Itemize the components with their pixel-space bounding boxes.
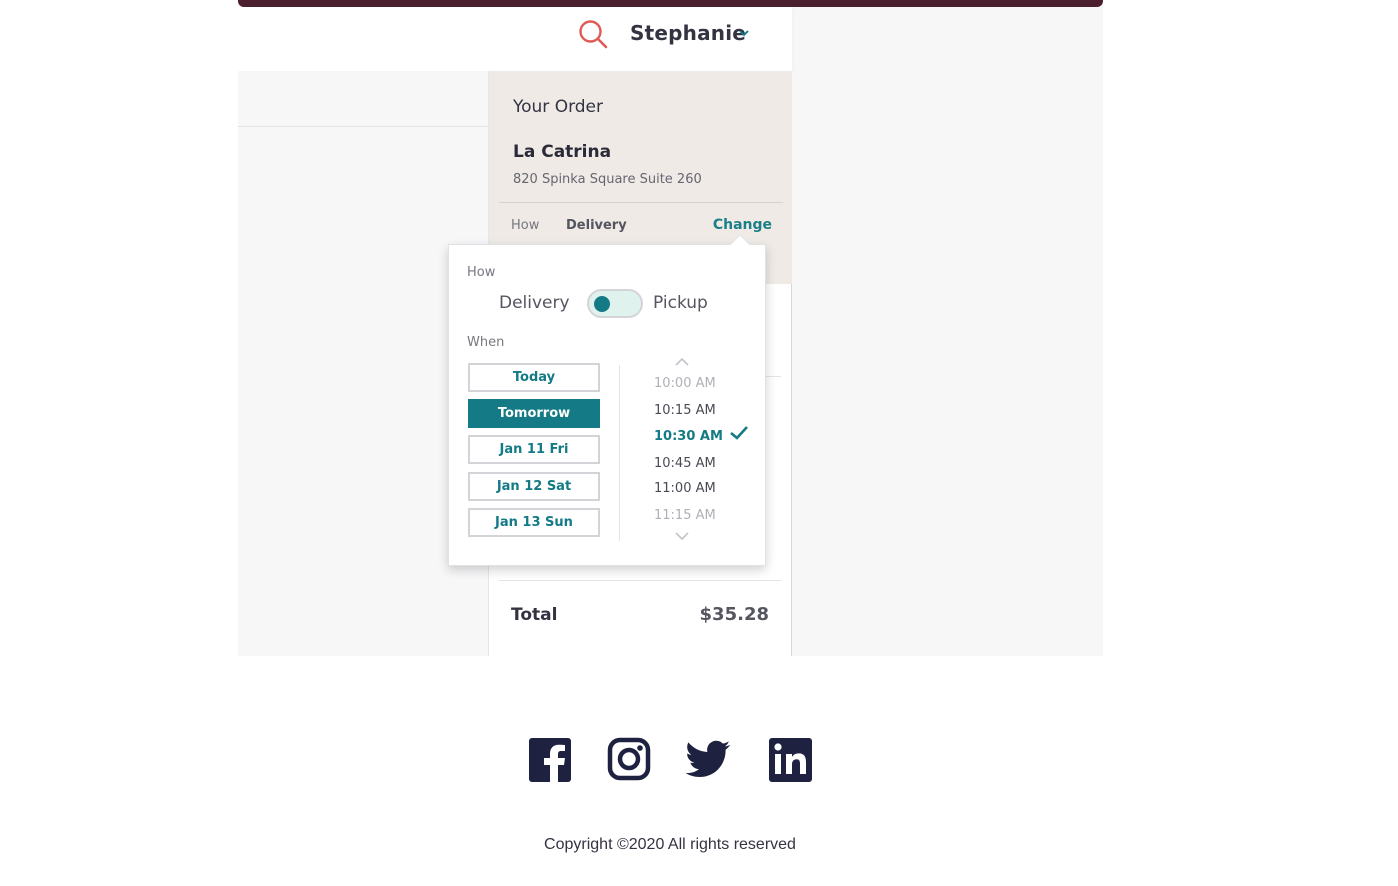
time-option[interactable]: 10:00 AM bbox=[654, 376, 716, 391]
day-option-jan-12[interactable]: Jan 12 Sat bbox=[468, 472, 600, 501]
search-icon[interactable] bbox=[578, 19, 608, 49]
instagram-icon[interactable] bbox=[607, 737, 653, 783]
time-option[interactable]: 11:00 AM bbox=[654, 481, 716, 496]
delivery-option-label[interactable]: Delivery bbox=[499, 293, 570, 313]
restaurant-address: 820 Spinka Square Suite 260 bbox=[513, 172, 702, 187]
time-option[interactable]: 10:45 AM bbox=[654, 456, 716, 471]
order-title: Your Order bbox=[513, 97, 604, 117]
chevron-up-icon[interactable] bbox=[675, 357, 689, 367]
total-label: Total bbox=[511, 605, 558, 625]
popover-how-label: How bbox=[467, 265, 496, 280]
app-top-bar bbox=[238, 0, 1103, 7]
day-option-jan-11[interactable]: Jan 11 Fri bbox=[468, 435, 600, 464]
chevron-down-icon[interactable] bbox=[738, 27, 750, 39]
time-option[interactable]: 10:15 AM bbox=[654, 403, 716, 418]
how-label: How bbox=[511, 218, 540, 233]
day-option-jan-13[interactable]: Jan 13 Sun bbox=[468, 508, 600, 537]
left-panel-header bbox=[238, 71, 488, 127]
social-links bbox=[528, 737, 818, 783]
day-option-tomorrow[interactable]: Tomorrow bbox=[468, 399, 600, 428]
delivery-time-popover: How Delivery Pickup When Today Tomorrow … bbox=[448, 234, 766, 566]
day-option-today[interactable]: Today bbox=[468, 363, 600, 392]
time-option-selected[interactable]: 10:30 AM bbox=[654, 429, 723, 444]
pickup-option-label[interactable]: Pickup bbox=[653, 293, 708, 313]
copyright-text: Copyright ©2020 All rights reserved bbox=[544, 836, 796, 853]
change-link[interactable]: Change bbox=[713, 217, 772, 233]
page: Stephanie Your Order La Catrina 820 Spin… bbox=[0, 0, 1398, 886]
right-pane bbox=[793, 7, 1103, 656]
how-value: Delivery bbox=[566, 218, 627, 233]
chevron-down-icon[interactable] bbox=[675, 531, 689, 541]
time-option[interactable]: 11:15 AM bbox=[654, 508, 716, 523]
twitter-icon[interactable] bbox=[685, 737, 731, 783]
linkedin-icon[interactable] bbox=[768, 737, 814, 783]
divider bbox=[619, 365, 620, 541]
toggle-knob bbox=[594, 296, 610, 312]
app-header: Stephanie bbox=[238, 7, 792, 71]
checkmark-icon bbox=[730, 426, 748, 440]
divider bbox=[499, 202, 783, 203]
total-value: $35.28 bbox=[699, 604, 769, 625]
user-menu-name[interactable]: Stephanie bbox=[630, 21, 746, 45]
restaurant-name: La Catrina bbox=[513, 142, 612, 162]
delivery-pickup-toggle[interactable] bbox=[587, 289, 643, 318]
popover-when-label: When bbox=[467, 335, 505, 350]
divider bbox=[499, 580, 781, 581]
facebook-icon[interactable] bbox=[528, 737, 574, 783]
